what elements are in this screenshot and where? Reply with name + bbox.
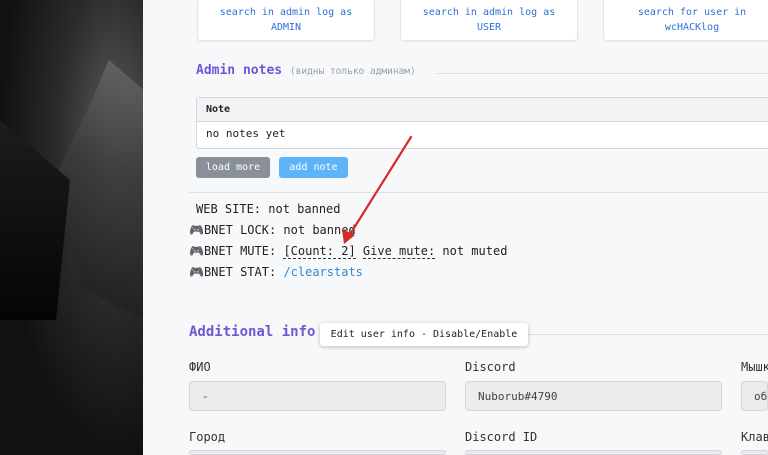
additional-info-title: Additional info	[189, 324, 316, 340]
field-label-discord: Discord	[465, 360, 516, 374]
field-label-mouse: Мышк	[741, 360, 768, 374]
mouse-field[interactable]: об	[741, 381, 768, 411]
discord-id-field[interactable]	[465, 450, 722, 455]
field-label-keyboard: Клав	[741, 430, 768, 444]
field-label-fio: ФИО	[189, 360, 211, 374]
section-divider	[528, 334, 768, 335]
field-label-discord-id: Discord ID	[465, 430, 538, 444]
city-field[interactable]	[189, 450, 446, 455]
edit-user-info-tooltip: Edit user info - Disable/Enable	[320, 323, 528, 346]
discord-field[interactable]: Nuborub#4790	[465, 381, 722, 411]
fio-field[interactable]: -	[189, 381, 446, 411]
keyboard-field[interactable]	[741, 450, 768, 455]
field-label-city: Город	[189, 430, 226, 444]
